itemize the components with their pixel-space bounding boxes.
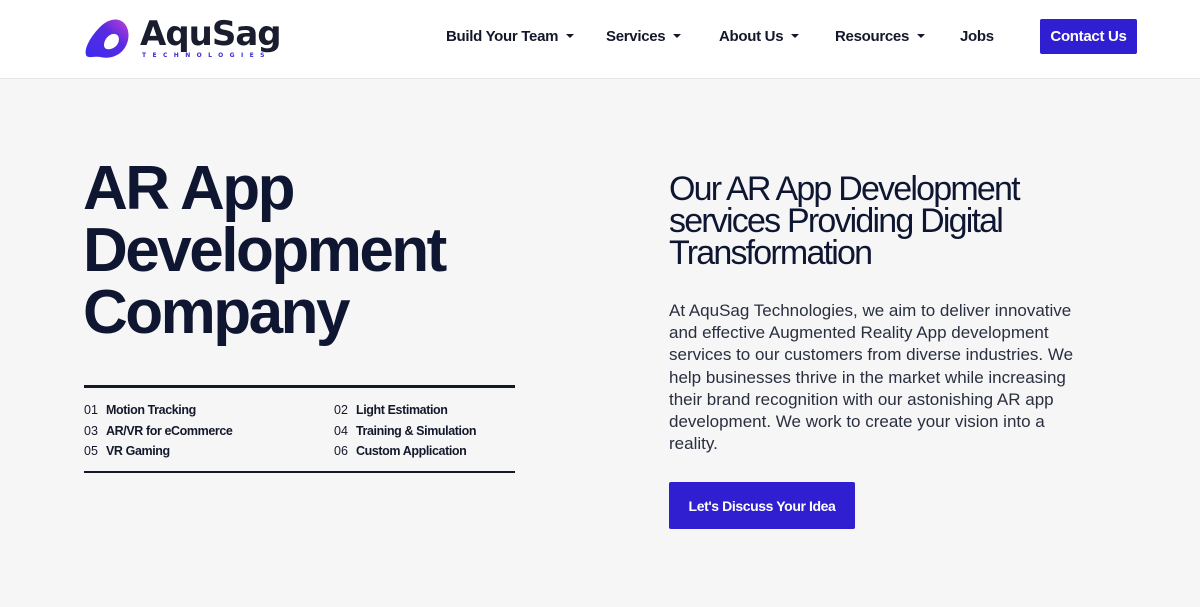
nav-resources[interactable]: Resources — [835, 26, 926, 46]
feature-item: 04 Training & Simulation — [334, 422, 476, 440]
feature-label: Training & Simulation — [356, 424, 477, 438]
nav-build-your-team[interactable]: Build Your Team — [446, 26, 575, 46]
section-heading-line: Transformation — [669, 234, 873, 272]
feature-item: 06 Custom Application — [334, 442, 467, 460]
hero-title-line: Development — [83, 216, 447, 285]
discuss-idea-button[interactable]: Let's Discuss Your Idea — [669, 482, 855, 529]
feature-label: AR/VR for eCommerce — [106, 424, 233, 438]
nav-about-us[interactable]: About Us — [719, 26, 800, 46]
chevron-down-icon — [673, 34, 682, 38]
feature-item: 03 AR/VR for eCommerce — [84, 422, 233, 440]
feature-item: 02 Light Estimation — [334, 401, 448, 419]
feature-item: 05 VR Gaming — [84, 442, 170, 460]
section-heading: Our AR App Development services Providin… — [669, 172, 1109, 272]
section-description: At AquSag Technologies, we aim to delive… — [669, 301, 1074, 454]
feature-label: Motion Tracking — [106, 403, 196, 417]
hero-title-line: AR App — [83, 154, 296, 223]
logo[interactable]: AquSag TECHNOLOGIES — [82, 14, 282, 62]
nav-label: Jobs — [960, 27, 994, 45]
nav-services[interactable]: Services — [606, 26, 682, 46]
nav-label: Resources — [835, 27, 910, 45]
feature-item: 01 Motion Tracking — [84, 401, 196, 419]
nav-label: About Us — [719, 27, 784, 45]
chevron-down-icon — [566, 34, 575, 38]
site-header: AquSag TECHNOLOGIES Build Your Team Serv… — [0, 0, 1200, 79]
feature-number: 05 — [84, 444, 98, 458]
contact-us-button[interactable]: Contact Us — [1040, 19, 1137, 54]
nav-label: Build Your Team — [446, 27, 559, 45]
divider-bottom — [84, 471, 515, 473]
nav-jobs[interactable]: Jobs — [960, 26, 994, 46]
feature-number: 01 — [84, 403, 98, 417]
feature-label: Custom Application — [356, 444, 467, 458]
feature-number: 03 — [84, 424, 98, 438]
hero-title: AR App Development Company — [83, 158, 563, 344]
feature-label: Light Estimation — [356, 403, 448, 417]
logo-tagline: TECHNOLOGIES — [142, 52, 271, 59]
hero-title-line: Company — [83, 278, 350, 347]
logo-wordmark: AquSag — [140, 14, 282, 54]
nav-label: Services — [606, 27, 666, 45]
divider-top — [84, 385, 515, 388]
chevron-down-icon — [791, 34, 800, 38]
feature-number: 06 — [334, 444, 348, 458]
feature-label: VR Gaming — [106, 444, 170, 458]
logo-mark-icon — [85, 19, 129, 58]
chevron-down-icon — [917, 34, 926, 38]
feature-number: 04 — [334, 424, 348, 438]
feature-number: 02 — [334, 403, 348, 417]
